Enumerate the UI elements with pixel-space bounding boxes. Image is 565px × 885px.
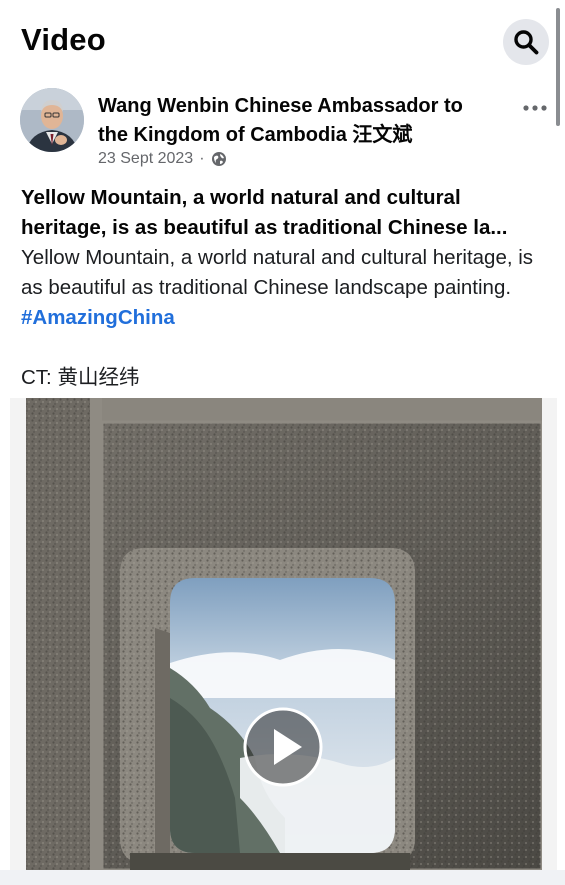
- more-options-button[interactable]: [520, 98, 550, 118]
- avatar[interactable]: [20, 88, 84, 152]
- post-meta: 23 Sept 2023 ·: [98, 150, 227, 168]
- author-name[interactable]: Wang Wenbin Chinese Ambassador to the Ki…: [98, 92, 498, 150]
- post-body: Yellow Mountain, a world natural and cul…: [21, 243, 541, 333]
- scrollbar[interactable]: [556, 8, 560, 126]
- credit-line: CT: 黄山经纬: [21, 366, 140, 389]
- search-icon: [514, 30, 539, 55]
- page-title: Video: [21, 22, 106, 57]
- more-options-icon: [523, 105, 547, 111]
- bottom-divider: [0, 870, 565, 885]
- top-bar: Video: [0, 0, 565, 80]
- post-date[interactable]: 23 Sept 2023: [98, 150, 193, 168]
- video-thumbnail: [10, 398, 557, 870]
- meta-separator: ·: [199, 150, 205, 167]
- avatar-image: [20, 88, 84, 152]
- post-title[interactable]: Yellow Mountain, a world natural and cul…: [21, 183, 551, 243]
- search-button[interactable]: [503, 19, 549, 65]
- globe-icon: [211, 152, 226, 166]
- hashtag-link[interactable]: #AmazingChina: [21, 306, 175, 329]
- video-player[interactable]: [10, 398, 557, 870]
- post-body-text: Yellow Mountain, a world natural and cul…: [21, 246, 534, 299]
